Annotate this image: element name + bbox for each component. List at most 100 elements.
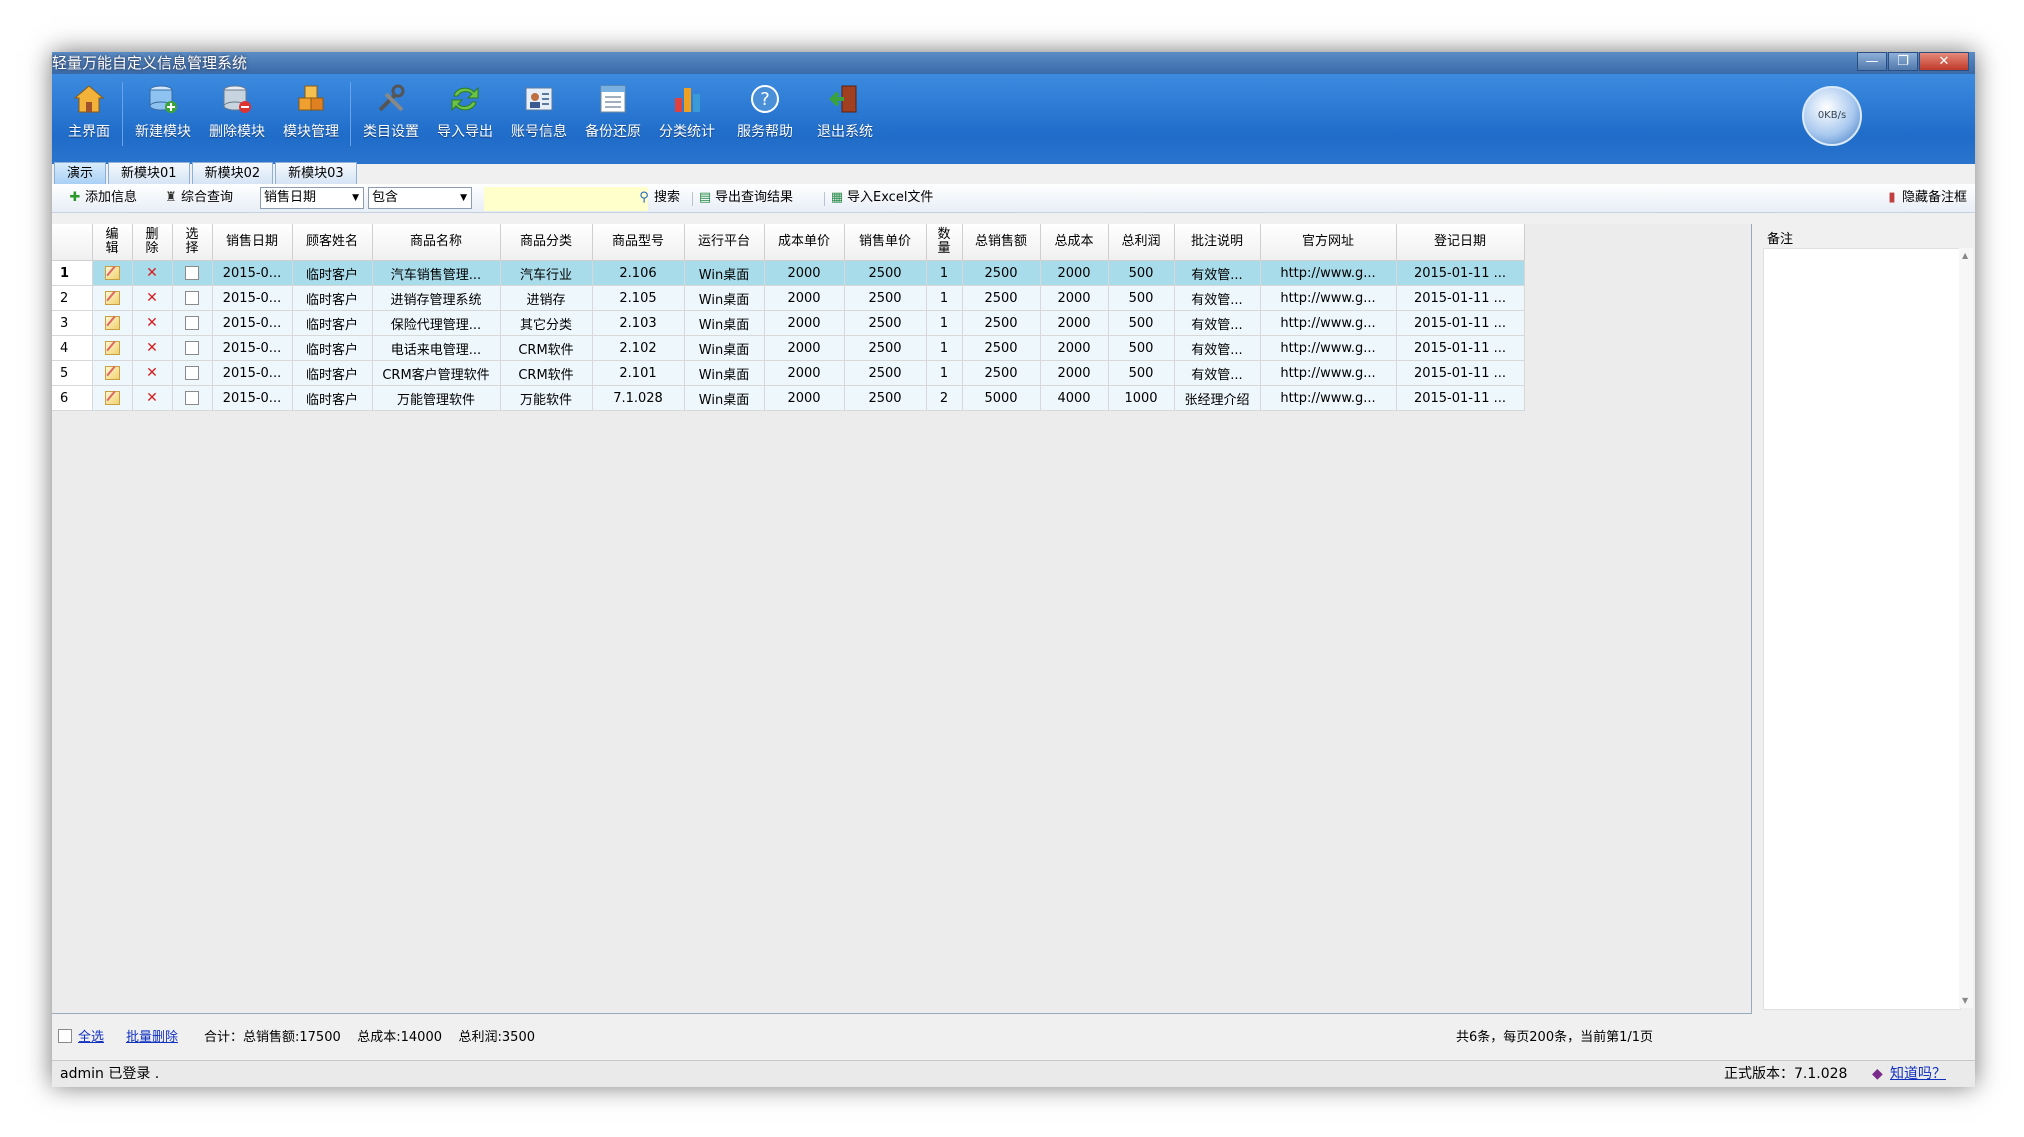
edit-icon[interactable] [104,366,120,380]
delete-cell[interactable]: ✕ [132,385,173,411]
query-button[interactable]: ♜ 综合查询 [164,189,233,207]
cell-url[interactable]: http://www.g... [1260,310,1397,336]
cell-category[interactable]: 其它分类 [500,310,593,336]
cell-platform[interactable]: Win桌面 [684,310,765,336]
close-button[interactable]: ✕ [1919,52,1969,71]
export-results-button[interactable]: ▤ 导出查询结果 [698,189,793,207]
delete-cell[interactable]: ✕ [132,260,173,286]
cell-model[interactable]: 2.105 [592,285,685,311]
toolbar-new-module-button[interactable]: 新建模块 [126,78,200,144]
cell-customer[interactable]: 临时客户 [292,310,373,336]
cell-model[interactable]: 2.103 [592,310,685,336]
cell-total-cost[interactable]: 2000 [1040,260,1109,286]
delete-icon[interactable]: ✕ [146,290,158,306]
cell-date[interactable]: 2015-0... [212,360,293,386]
cell-date[interactable]: 2015-0... [212,385,293,411]
row-header[interactable]: 1 [52,260,93,286]
cell-product[interactable]: 汽车销售管理... [372,260,501,286]
cell-reg-date[interactable]: 2015-01-11 ... [1396,335,1525,361]
cell-platform[interactable]: Win桌面 [684,285,765,311]
column-header[interactable]: 销售日期 [212,224,293,261]
cell-profit[interactable]: 500 [1108,310,1175,336]
cell-category[interactable]: 汽车行业 [500,260,593,286]
column-header[interactable]: 总成本 [1040,224,1109,261]
cell-profit[interactable]: 500 [1108,260,1175,286]
row-checkbox[interactable] [185,266,199,280]
select-cell[interactable] [172,285,213,311]
delete-icon[interactable]: ✕ [146,315,158,331]
cell-qty[interactable]: 1 [926,360,963,386]
cell-qty[interactable]: 1 [926,285,963,311]
cell-price[interactable]: 2500 [844,360,927,386]
cell-customer[interactable]: 临时客户 [292,385,373,411]
toolbar-category-settings-button[interactable]: 类目设置 [354,78,428,144]
search-input[interactable] [484,187,648,211]
edit-cell[interactable] [92,360,133,386]
column-header[interactable]: 商品名称 [372,224,501,261]
cell-product[interactable]: 电话来电管理... [372,335,501,361]
table-row[interactable]: 5 ✕ 2015-0... 临时客户 CRM客户管理软件 CRM软件 2.101 Win桌面 2… [52,360,1525,386]
column-header[interactable]: 数量 [926,224,963,261]
edit-icon[interactable] [104,341,120,355]
select-all-checkbox[interactable] [58,1029,72,1043]
column-header[interactable]: 商品型号 [592,224,685,261]
cell-customer[interactable]: 临时客户 [292,260,373,286]
column-header[interactable]: 成本单价 [764,224,845,261]
cell-product[interactable]: CRM客户管理软件 [372,360,501,386]
hide-remarks-button[interactable]: ▮ 隐藏备注框 [1885,189,1967,207]
row-checkbox[interactable] [185,391,199,405]
cell-price[interactable]: 2500 [844,335,927,361]
select-cell[interactable] [172,260,213,286]
table-row[interactable]: 2 ✕ 2015-0... 临时客户 进销存管理系统 进销存 2.105 Win桌面 2000 2… [52,285,1525,311]
table-row[interactable]: 3 ✕ 2015-0... 临时客户 保险代理管理... 其它分类 2.103 Win桌面 20… [52,310,1525,336]
cell-date[interactable]: 2015-0... [212,260,293,286]
column-header[interactable]: 总销售额 [962,224,1041,261]
cell-reg-date[interactable]: 2015-01-11 ... [1396,310,1525,336]
column-header[interactable]: 总利润 [1108,224,1175,261]
cell-cost[interactable]: 2000 [764,260,845,286]
cell-note[interactable]: 有效管... [1174,260,1261,286]
edit-cell[interactable] [92,335,133,361]
cell-customer[interactable]: 临时客户 [292,335,373,361]
cell-category[interactable]: CRM软件 [500,335,593,361]
column-header[interactable]: 选择 [172,224,213,261]
maximize-button[interactable]: ❐ [1888,52,1918,71]
cell-total-sales[interactable]: 2500 [962,335,1041,361]
tab-new-module-03[interactable]: 新模块03 [275,162,357,184]
cell-note[interactable]: 有效管... [1174,310,1261,336]
cell-platform[interactable]: Win桌面 [684,360,765,386]
cell-date[interactable]: 2015-0... [212,310,293,336]
delete-cell[interactable]: ✕ [132,360,173,386]
cell-total-cost[interactable]: 2000 [1040,360,1109,386]
cell-reg-date[interactable]: 2015-01-11 ... [1396,285,1525,311]
column-header[interactable]: 批注说明 [1174,224,1261,261]
toolbar-account-button[interactable]: 账号信息 [502,78,576,144]
cell-qty[interactable]: 2 [926,385,963,411]
edit-cell[interactable] [92,310,133,336]
cell-cost[interactable]: 2000 [764,335,845,361]
cell-platform[interactable]: Win桌面 [684,335,765,361]
edit-icon[interactable] [104,391,120,405]
cell-cost[interactable]: 2000 [764,285,845,311]
cell-price[interactable]: 2500 [844,285,927,311]
row-header[interactable]: 2 [52,285,93,311]
cell-total-cost[interactable]: 2000 [1040,285,1109,311]
cell-profit[interactable]: 500 [1108,360,1175,386]
column-header[interactable]: 顾客姓名 [292,224,373,261]
cell-model[interactable]: 2.106 [592,260,685,286]
delete-icon[interactable]: ✕ [146,340,158,356]
select-cell[interactable] [172,310,213,336]
operator-select[interactable]: 包含 ▼ [368,187,472,209]
cell-total-sales[interactable]: 5000 [962,385,1041,411]
toolbar-module-manage-button[interactable]: 模块管理 [274,78,348,144]
table-row[interactable]: 6 ✕ 2015-0... 临时客户 万能管理软件 万能软件 7.1.028 Win桌面 200… [52,385,1525,411]
column-header[interactable]: 销售单价 [844,224,927,261]
know-link[interactable]: 知道吗？ [1890,1061,1946,1087]
cell-total-cost[interactable]: 2000 [1040,310,1109,336]
toolbar-home-button[interactable]: 主界面 [52,78,126,144]
tab-new-module-01[interactable]: 新模块01 [108,162,190,184]
cell-reg-date[interactable]: 2015-01-11 ... [1396,385,1525,411]
edit-cell[interactable] [92,385,133,411]
cell-category[interactable]: 进销存 [500,285,593,311]
toolbar-statistics-button[interactable]: 分类统计 [650,78,724,144]
